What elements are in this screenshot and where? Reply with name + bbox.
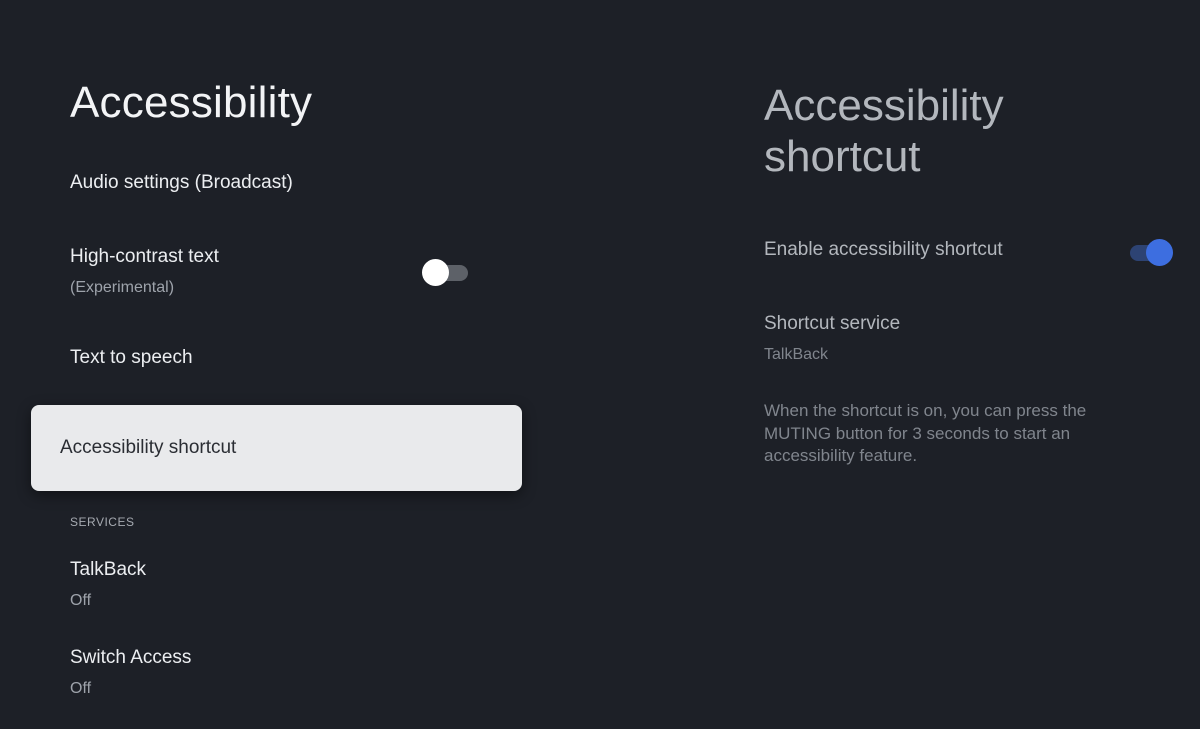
- menu-item-talkback[interactable]: TalkBack Off: [70, 558, 470, 612]
- settings-screen: Accessibility Audio settings (Broadcast)…: [0, 0, 1200, 729]
- detail-title: Accessibility shortcut: [764, 81, 1004, 181]
- menu-item-switch-access[interactable]: Switch Access Off: [70, 646, 470, 700]
- enable-shortcut-row[interactable]: Enable accessibility shortcut: [764, 238, 1184, 262]
- page-title: Accessibility: [70, 78, 313, 127]
- toggle-thumb: [422, 259, 449, 286]
- menu-item-subtitle: (Experimental): [70, 279, 175, 296]
- menu-item-subtitle: Off: [70, 592, 92, 609]
- shortcut-service-label: Shortcut service: [764, 313, 901, 334]
- section-header-services: SERVICES: [70, 515, 135, 529]
- shortcut-description: When the shortcut is on, you can press t…: [764, 401, 1087, 465]
- toggle-thumb: [1146, 239, 1173, 266]
- menu-item-subtitle: Off: [70, 680, 92, 697]
- menu-item-high-contrast-text[interactable]: High-contrast text (Experimental): [70, 245, 470, 299]
- enable-shortcut-label: Enable accessibility shortcut: [764, 239, 1003, 260]
- menu-item-label: TalkBack: [70, 559, 147, 580]
- menu-item-label: Text to speech: [70, 347, 193, 368]
- menu-item-audio-settings[interactable]: Audio settings (Broadcast): [70, 171, 470, 195]
- shortcut-service-value: TalkBack: [764, 346, 829, 363]
- menu-item-text-to-speech[interactable]: Text to speech: [70, 346, 470, 370]
- high-contrast-text-toggle[interactable]: [422, 258, 468, 286]
- menu-item-accessibility-shortcut[interactable]: Accessibility shortcut: [31, 405, 522, 491]
- menu-item-label: Accessibility shortcut: [60, 437, 237, 458]
- menu-item-label: Audio settings (Broadcast): [70, 172, 293, 193]
- enable-shortcut-toggle[interactable]: [1124, 238, 1173, 266]
- menu-item-label: High-contrast text: [70, 246, 219, 267]
- menu-item-label: Switch Access: [70, 647, 192, 668]
- shortcut-service-row[interactable]: Shortcut service TalkBack: [764, 312, 1184, 366]
